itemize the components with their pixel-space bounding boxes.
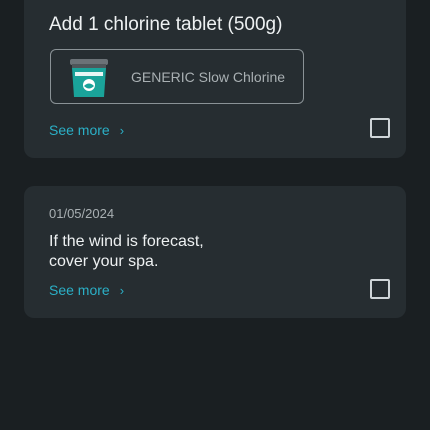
see-more-link[interactable]: See more › <box>49 122 124 138</box>
see-more-label: See more <box>49 282 110 298</box>
product-name: GENERIC Slow Chlorine <box>131 69 286 85</box>
task-list-screen: Add 1 chlorine tablet (500g) GENERIC Slo… <box>0 0 430 430</box>
chevron-right-icon: › <box>119 123 125 138</box>
see-more-link[interactable]: See more › <box>49 282 124 298</box>
see-more-label: See more <box>49 122 110 138</box>
task-text-line: cover your spa. <box>49 253 159 270</box>
chlorine-bucket-icon <box>70 59 108 97</box>
task-date: 01/05/2024 <box>49 206 115 221</box>
task-card-chlorine: Add 1 chlorine tablet (500g) GENERIC Slo… <box>24 0 406 158</box>
task-text-line: If the wind is forecast, <box>49 233 204 250</box>
task-checkbox[interactable] <box>370 279 390 299</box>
task-card-wind: 01/05/2024 If the wind is forecast, cove… <box>24 186 406 318</box>
task-text: If the wind is forecast, cover your spa. <box>49 232 349 272</box>
task-title: Add 1 chlorine tablet (500g) <box>49 14 283 35</box>
chevron-right-icon: › <box>119 283 125 298</box>
product-chip[interactable]: GENERIC Slow Chlorine <box>50 49 304 104</box>
task-checkbox[interactable] <box>370 118 390 138</box>
